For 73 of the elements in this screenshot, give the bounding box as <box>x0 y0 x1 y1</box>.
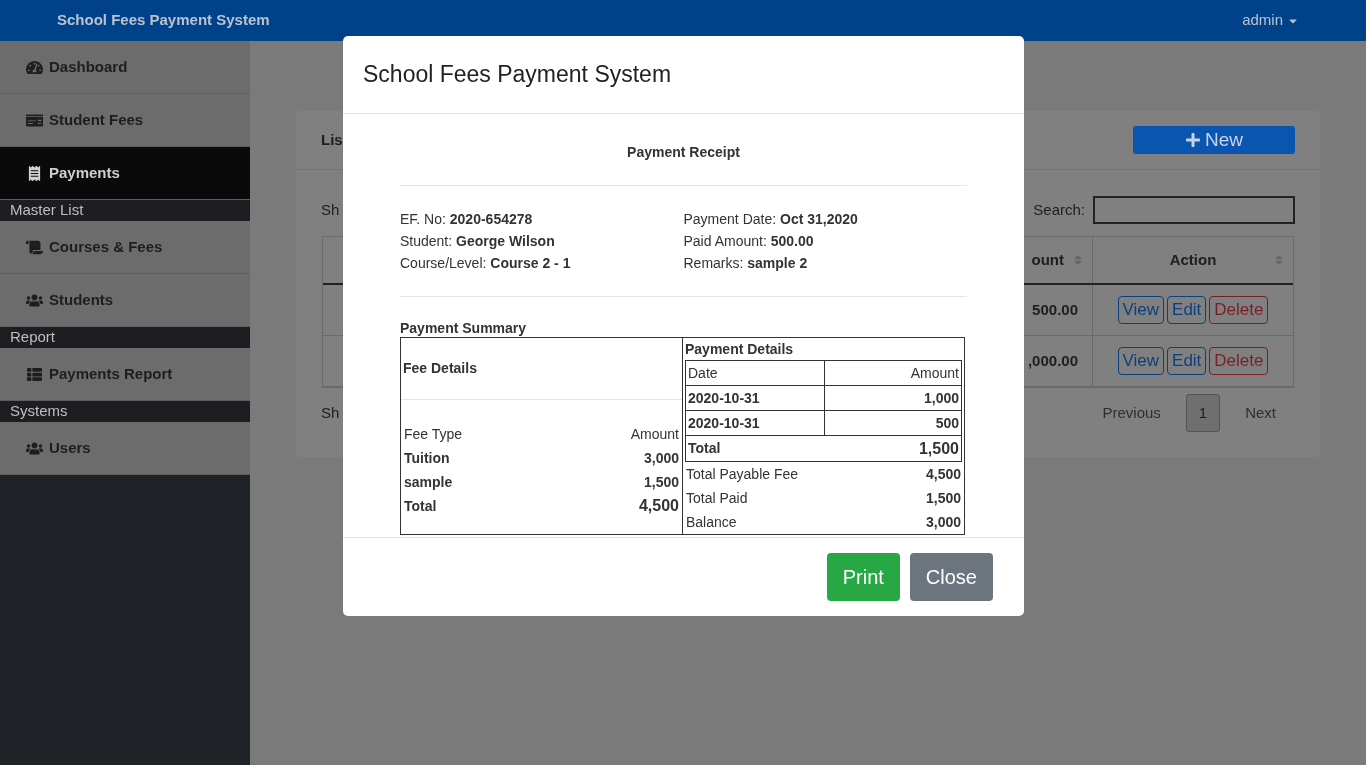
edit-button[interactable]: Edit <box>1167 296 1207 324</box>
sidebar-item[interactable]: Payments <box>0 147 250 200</box>
app-title: School Fees Payment System <box>57 10 270 31</box>
sidebar-item[interactable]: Students <box>0 274 250 327</box>
amount-cell-text: 1,000 <box>922 388 960 408</box>
date-cell: 2020-10-31 <box>686 411 825 435</box>
sidebar-section-header: Report <box>0 327 250 348</box>
column-header: Fee Type <box>404 425 463 444</box>
info-field: Student: George Wilson <box>400 230 684 252</box>
view-button[interactable]: View <box>1117 296 1165 324</box>
modal-title: School Fees Payment System <box>363 60 672 90</box>
summary-title: Payment Summary <box>400 319 528 337</box>
card-title: Lis <box>321 129 343 150</box>
summary-label: Total Paid <box>686 489 748 508</box>
sidebar-item[interactable]: Users <box>0 422 250 475</box>
sort-icon <box>1072 254 1084 266</box>
user-menu[interactable]: admin <box>1242 9 1299 32</box>
fee-type-cell-text: Tuition <box>404 449 450 468</box>
receipt-icon <box>26 165 43 181</box>
total-label: Total <box>688 439 721 458</box>
search-field[interactable] <box>1093 196 1295 224</box>
delete-button[interactable]: Delete <box>1209 296 1269 324</box>
scroll-icon <box>26 239 43 255</box>
list-icon <box>26 366 43 382</box>
column-header: Amount <box>909 363 960 383</box>
sidebar-section-header: Systems <box>0 401 250 422</box>
view-button[interactable]: View <box>1117 347 1165 375</box>
summary-label: Balance <box>686 513 737 532</box>
total-label: Total <box>404 497 437 516</box>
fee-type-cell-text: sample <box>404 473 453 492</box>
fee-details-title: Fee Details <box>403 359 477 378</box>
amount-cell-text: 500 <box>934 413 960 433</box>
receipt-title: Payment Receipt <box>400 142 967 186</box>
users-icon <box>26 292 43 308</box>
total-amount: 4,500 <box>638 496 679 516</box>
info-field: Paid Amount: 500.00 <box>683 230 967 252</box>
total-amount: 1,500 <box>918 438 959 459</box>
sidebar-section-header: Master List <box>0 200 250 221</box>
info-field: Course/Level: Course 2 - 1 <box>400 252 684 274</box>
search-label: Search: <box>1033 199 1085 220</box>
dashboard-icon <box>26 59 43 75</box>
sidebar-item[interactable]: Payments Report <box>0 348 250 401</box>
sidebar-item[interactable]: Courses & Fees <box>0 221 250 274</box>
card-icon <box>26 112 43 128</box>
sidebar-item[interactable]: Student Fees <box>0 94 250 147</box>
amount-cell-text: 3,000 <box>643 449 679 468</box>
date-cell: 2020-10-31 <box>686 386 825 410</box>
plus-icon <box>1185 132 1201 148</box>
info-field: Remarks: sample 2 <box>683 252 967 274</box>
close-button[interactable]: Close <box>909 553 993 601</box>
column-header: Date <box>686 361 825 385</box>
summary-label: Total Payable Fee <box>686 465 799 484</box>
column-header[interactable]: Action <box>1093 237 1293 283</box>
pagination-button[interactable]: Next <box>1233 394 1288 432</box>
edit-button[interactable]: Edit <box>1167 347 1207 375</box>
new-button[interactable]: New <box>1133 126 1295 154</box>
summary-value: 3,000 <box>925 513 961 532</box>
sidebar-item[interactable]: Dashboard <box>0 41 250 94</box>
info-field: Payment Date: Oct 31,2020 <box>683 208 967 230</box>
info-field: EF. No: 2020-654278 <box>400 208 684 230</box>
show-entries-label: Sh <box>321 199 340 220</box>
summary-value: 1,500 <box>925 489 961 508</box>
users-icon <box>26 440 43 456</box>
summary-value: 4,500 <box>925 465 961 484</box>
pagination-button[interactable]: 1 <box>1185 394 1221 432</box>
amount-cell-text: 1,500 <box>643 473 679 492</box>
pagination-button[interactable]: Previous <box>1090 394 1173 432</box>
delete-button[interactable]: Delete <box>1209 347 1269 375</box>
showing-entries-text: Sh <box>321 402 340 423</box>
payment-details-title: Payment Details <box>685 340 795 359</box>
print-button[interactable]: Print <box>826 553 900 601</box>
sort-icon <box>1273 254 1285 266</box>
column-header: Amount <box>630 425 679 444</box>
